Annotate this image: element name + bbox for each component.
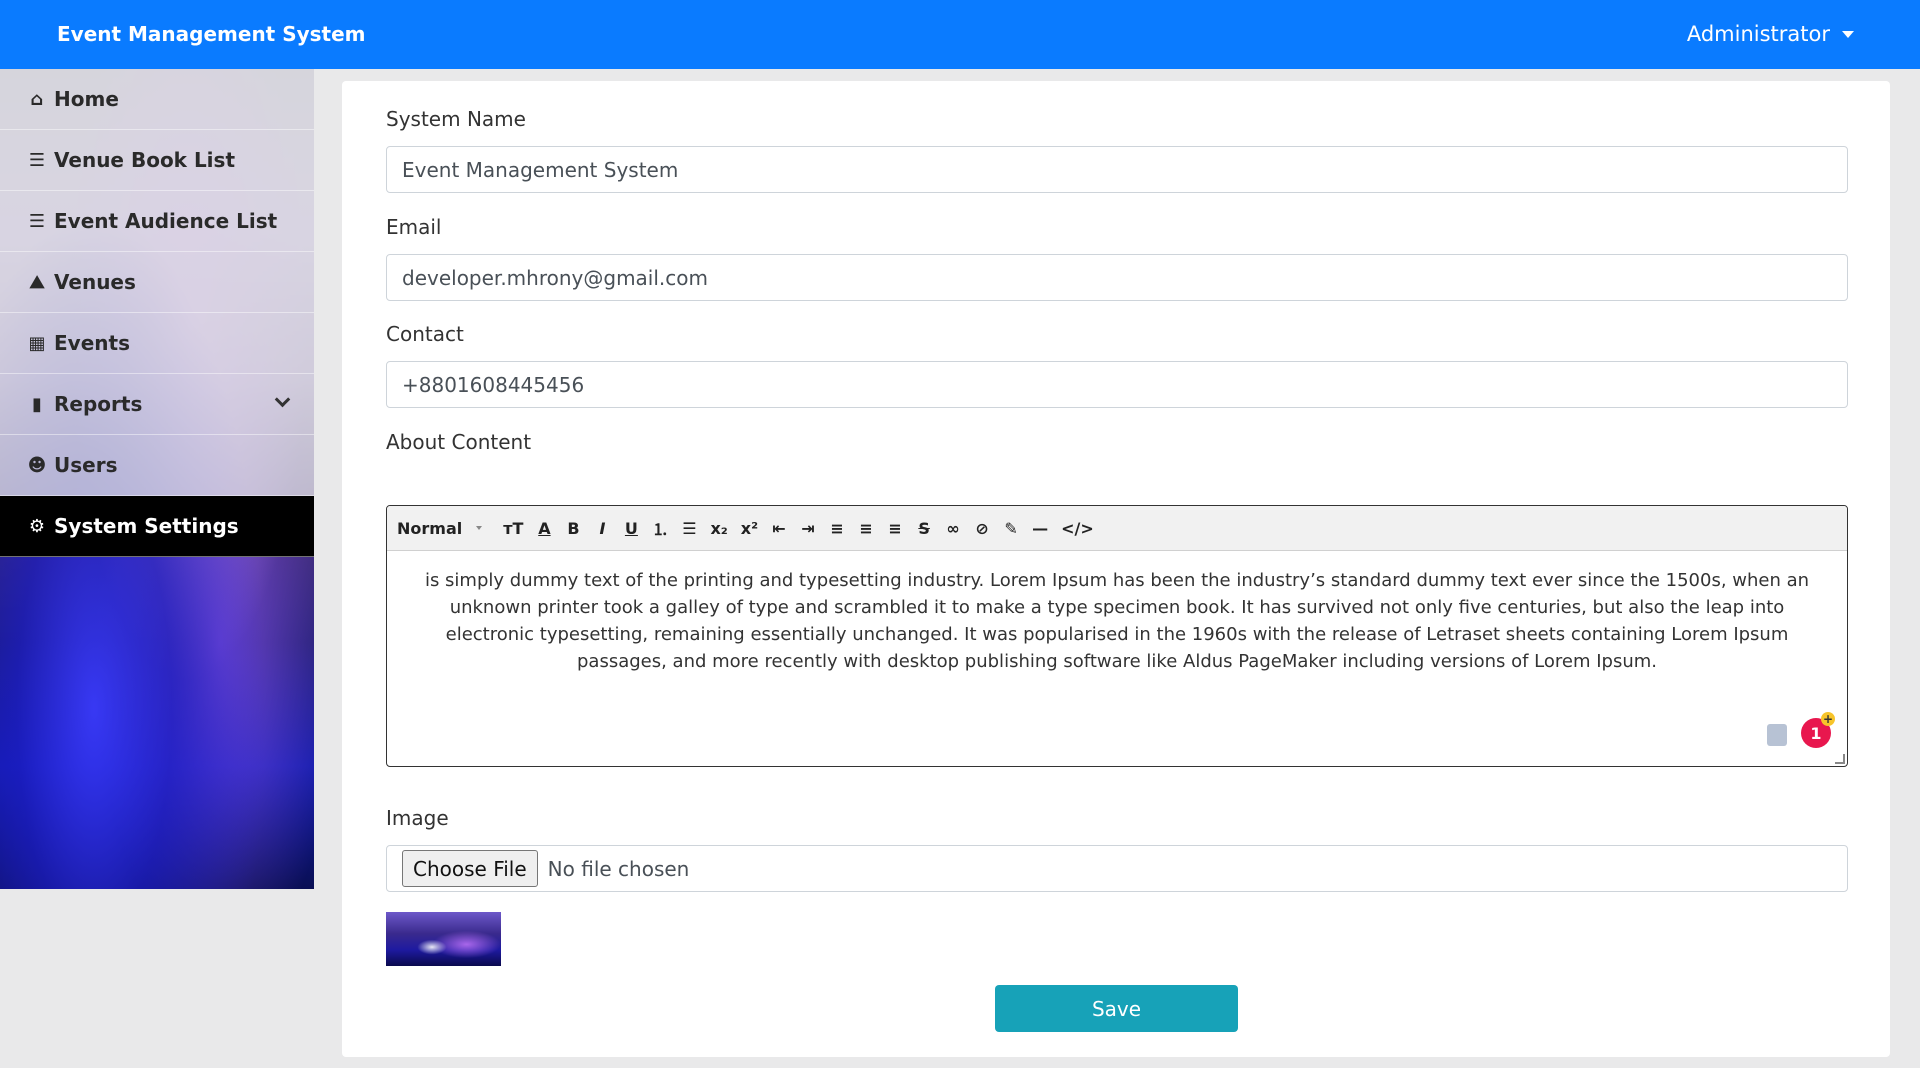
notification-badge[interactable]: 1 +: [1801, 712, 1835, 748]
plus-icon: +: [1821, 712, 1835, 726]
map-icon: ⛰: [29, 271, 45, 293]
unordered-list-icon[interactable]: ☰: [681, 519, 697, 538]
superscript-icon[interactable]: x²: [741, 519, 758, 538]
badge-count: 1: [1810, 723, 1822, 743]
align-right-icon[interactable]: ≡: [887, 519, 903, 538]
settings-card: System Name Event Management System Emai…: [342, 81, 1890, 1057]
link-icon[interactable]: ∞: [945, 519, 961, 538]
sidebar-item-label: Venues: [54, 270, 136, 294]
calendar-icon: ▦: [28, 332, 46, 354]
contact-input[interactable]: +8801608445456: [386, 361, 1848, 408]
home-icon: ⌂: [30, 88, 44, 110]
editor-content[interactable]: is simply dummy text of the printing and…: [387, 551, 1847, 691]
font-color-icon[interactable]: A: [536, 519, 552, 538]
image-label: Image: [386, 806, 449, 830]
sidebar-item-label: Home: [54, 87, 119, 111]
sidebar-item-label: Users: [54, 453, 118, 477]
no-file-text: No file chosen: [547, 856, 690, 881]
file-icon: ▮: [32, 393, 42, 415]
choose-file-button[interactable]: Choose File: [402, 850, 538, 887]
bold-icon[interactable]: B: [565, 519, 581, 538]
sidebar-item-label: Reports: [54, 392, 143, 416]
sidebar-item-home[interactable]: ⌂ Home: [0, 69, 314, 130]
system-name-label: System Name: [386, 107, 526, 131]
chevron-down-icon: [274, 391, 291, 408]
list-icon: ☰: [28, 210, 46, 232]
save-button[interactable]: Save: [995, 985, 1238, 1032]
sidebar-item-users[interactable]: ☻ Users: [0, 435, 314, 496]
style-dropdown-label: Normal: [397, 518, 463, 538]
editor-toolbar: Normal тT A B I U ⒈ ☰ x₂ x² ⇤ ⇥ ≡ ≡ ≡ S …: [387, 506, 1847, 551]
sidebar: ⌂ Home ☰ Venue Book List ☰ Event Audienc…: [0, 69, 314, 889]
font-size-icon[interactable]: тT: [503, 519, 523, 538]
sidebar-background-image: [0, 557, 314, 889]
sidebar-item-events[interactable]: ▦ Events: [0, 313, 314, 374]
horizontal-rule-icon[interactable]: —: [1032, 519, 1048, 538]
email-label: Email: [386, 215, 442, 239]
sidebar-item-label: Venue Book List: [54, 148, 236, 172]
sidebar-item-label: System Settings: [54, 514, 239, 538]
align-center-icon[interactable]: ≡: [858, 519, 874, 538]
users-icon: ☻: [27, 454, 47, 476]
cogs-icon: ⚙: [28, 515, 46, 537]
caret-down-icon: [476, 526, 483, 530]
sidebar-item-system-settings[interactable]: ⚙ System Settings: [0, 496, 314, 557]
sidebar-item-venue-book-list[interactable]: ☰ Venue Book List: [0, 130, 314, 191]
sidebar-item-event-audience-list[interactable]: ☰ Event Audience List: [0, 191, 314, 252]
italic-icon[interactable]: I: [594, 519, 610, 538]
align-left-icon[interactable]: ≡: [829, 519, 845, 538]
image-file-input[interactable]: Choose File No file chosen: [386, 845, 1848, 892]
outdent-icon[interactable]: ⇤: [771, 519, 787, 538]
brand-title[interactable]: Event Management System: [57, 22, 366, 46]
resize-handle-icon[interactable]: [1835, 754, 1845, 764]
email-input[interactable]: developer.mhrony@gmail.com: [386, 254, 1848, 301]
sidebar-item-label: Event Audience List: [54, 209, 278, 233]
code-view-icon[interactable]: </>: [1061, 519, 1094, 538]
unlink-icon[interactable]: ⊘: [974, 519, 990, 538]
indent-icon[interactable]: ⇥: [800, 519, 816, 538]
user-menu-dropdown[interactable]: Administrator: [1687, 22, 1854, 46]
sidebar-item-venues[interactable]: ⛰ Venues: [0, 252, 314, 313]
clear-format-icon[interactable]: ✎: [1003, 519, 1019, 538]
sidebar-item-label: Events: [54, 331, 130, 355]
caret-down-icon: [1842, 30, 1854, 38]
style-dropdown[interactable]: Normal: [397, 518, 483, 538]
list-icon: ☰: [28, 149, 46, 171]
user-menu-label: Administrator: [1686, 22, 1830, 46]
top-navbar: Event Management System Administrator: [0, 0, 1920, 69]
contact-label: Contact: [386, 322, 464, 346]
system-name-input[interactable]: Event Management System: [386, 146, 1848, 193]
ordered-list-icon[interactable]: ⒈: [652, 516, 668, 540]
grammar-checker-icon[interactable]: [1767, 724, 1787, 746]
strikethrough-icon[interactable]: S: [916, 519, 932, 538]
image-thumbnail: [386, 912, 501, 966]
rich-text-editor[interactable]: Normal тT A B I U ⒈ ☰ x₂ x² ⇤ ⇥ ≡ ≡ ≡ S …: [386, 505, 1848, 767]
about-content-label: About Content: [386, 430, 532, 454]
subscript-icon[interactable]: x₂: [710, 519, 727, 538]
underline-icon[interactable]: U: [623, 519, 639, 538]
sidebar-item-reports[interactable]: ▮ Reports: [0, 374, 314, 435]
